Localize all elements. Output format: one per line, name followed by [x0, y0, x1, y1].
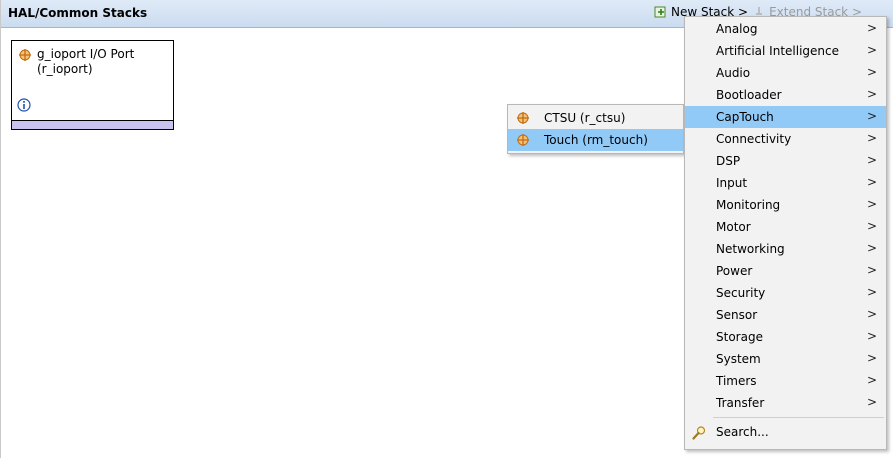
- submenu-item-label: CTSU (r_ctsu): [544, 111, 626, 125]
- chevron-right-icon: >: [866, 373, 877, 387]
- menu-item-label: Analog: [716, 22, 758, 36]
- hal-common-stacks-panel: HAL/Common Stacks New Stack > Extend Sta…: [0, 0, 893, 458]
- info-icon[interactable]: [17, 98, 31, 112]
- menu-item-captouch[interactable]: CapTouch >: [685, 106, 886, 128]
- menu-item-label: Input: [716, 176, 748, 190]
- menu-item-label: DSP: [716, 154, 741, 168]
- menu-item-connectivity[interactable]: Connectivity >: [685, 128, 886, 150]
- chevron-right-icon: >: [866, 175, 877, 189]
- chevron-right-icon: >: [866, 329, 877, 343]
- menu-item-label: Timers: [716, 374, 757, 388]
- menu-item-label: Audio: [716, 66, 751, 80]
- menu-item-security[interactable]: Security >: [685, 282, 886, 304]
- menu-item-label: Sensor: [716, 308, 758, 322]
- chevron-right-icon: >: [866, 65, 877, 79]
- menu-item-label: Networking: [716, 242, 785, 256]
- captouch-submenu: CTSU (r_ctsu) Touch (rm_touch): [507, 104, 684, 154]
- menu-item-monitoring[interactable]: Monitoring >: [685, 194, 886, 216]
- chevron-right-icon: >: [866, 307, 877, 321]
- module-box-ioport[interactable]: g_ioport I/O Port (r_ioport): [11, 40, 174, 130]
- chevron-right-icon: >: [866, 197, 877, 211]
- chevron-right-icon: >: [866, 87, 877, 101]
- chevron-right-icon: >: [866, 21, 877, 35]
- menu-search-label: Search...: [716, 425, 769, 439]
- menu-item-analog[interactable]: Analog >: [685, 18, 886, 40]
- new-stack-icon: [654, 6, 666, 18]
- menu-item-label: System: [716, 352, 761, 366]
- submenu-item-ctsu[interactable]: CTSU (r_ctsu): [508, 107, 683, 129]
- module-status-bar: [12, 120, 173, 129]
- menu-item-audio[interactable]: Audio >: [685, 62, 886, 84]
- module-name: g_ioport I/O Port: [37, 47, 135, 61]
- menu-item-input[interactable]: Input >: [685, 172, 886, 194]
- module-label: g_ioport I/O Port (r_ioport): [37, 47, 134, 77]
- menu-item-label: Connectivity: [716, 132, 792, 146]
- menu-item-dsp[interactable]: DSP >: [685, 150, 886, 172]
- menu-item-system[interactable]: System >: [685, 348, 886, 370]
- menu-item-label: Artificial Intelligence: [716, 44, 839, 58]
- menu-item-label: Security: [716, 286, 766, 300]
- component-icon: [19, 49, 31, 61]
- menu-item-networking[interactable]: Networking >: [685, 238, 886, 260]
- menu-item-power[interactable]: Power >: [685, 260, 886, 282]
- chevron-right-icon: >: [866, 285, 877, 299]
- component-icon: [517, 112, 529, 124]
- chevron-right-icon: >: [866, 43, 877, 57]
- chevron-right-icon: >: [866, 263, 877, 277]
- chevron-right-icon: >: [866, 219, 877, 233]
- menu-item-motor[interactable]: Motor >: [685, 216, 886, 238]
- menu-separator: [713, 417, 884, 418]
- menu-item-label: CapTouch: [716, 110, 774, 124]
- panel-title: HAL/Common Stacks: [8, 6, 148, 20]
- menu-item-label: Storage: [716, 330, 763, 344]
- search-icon: [692, 426, 706, 440]
- menu-item-bootloader[interactable]: Bootloader >: [685, 84, 886, 106]
- submenu-item-label: Touch (rm_touch): [544, 133, 648, 147]
- chevron-right-icon: >: [866, 241, 877, 255]
- menu-item-sensor[interactable]: Sensor >: [685, 304, 886, 326]
- chevron-right-icon: >: [866, 395, 877, 409]
- chevron-right-icon: >: [866, 131, 877, 145]
- menu-item-label: Bootloader: [716, 88, 782, 102]
- menu-item-timers[interactable]: Timers >: [685, 370, 886, 392]
- menu-item-artificial-intelligence[interactable]: Artificial Intelligence >: [685, 40, 886, 62]
- chevron-right-icon: >: [866, 351, 877, 365]
- menu-item-search[interactable]: Search...: [685, 421, 886, 443]
- menu-item-storage[interactable]: Storage >: [685, 326, 886, 348]
- menu-item-label: Monitoring: [716, 198, 781, 212]
- menu-item-transfer[interactable]: Transfer >: [685, 392, 886, 414]
- chevron-right-icon: >: [866, 109, 877, 123]
- new-stack-menu: Analog > Artificial Intelligence > Audio > …: [684, 16, 887, 450]
- menu-item-label: Transfer: [716, 396, 765, 410]
- menu-item-label: Power: [716, 264, 753, 278]
- submenu-item-touch[interactable]: Touch (rm_touch): [508, 129, 683, 151]
- component-icon: [517, 134, 529, 146]
- menu-item-label: Motor: [716, 220, 751, 234]
- chevron-right-icon: >: [866, 153, 877, 167]
- module-subname: (r_ioport): [37, 62, 93, 76]
